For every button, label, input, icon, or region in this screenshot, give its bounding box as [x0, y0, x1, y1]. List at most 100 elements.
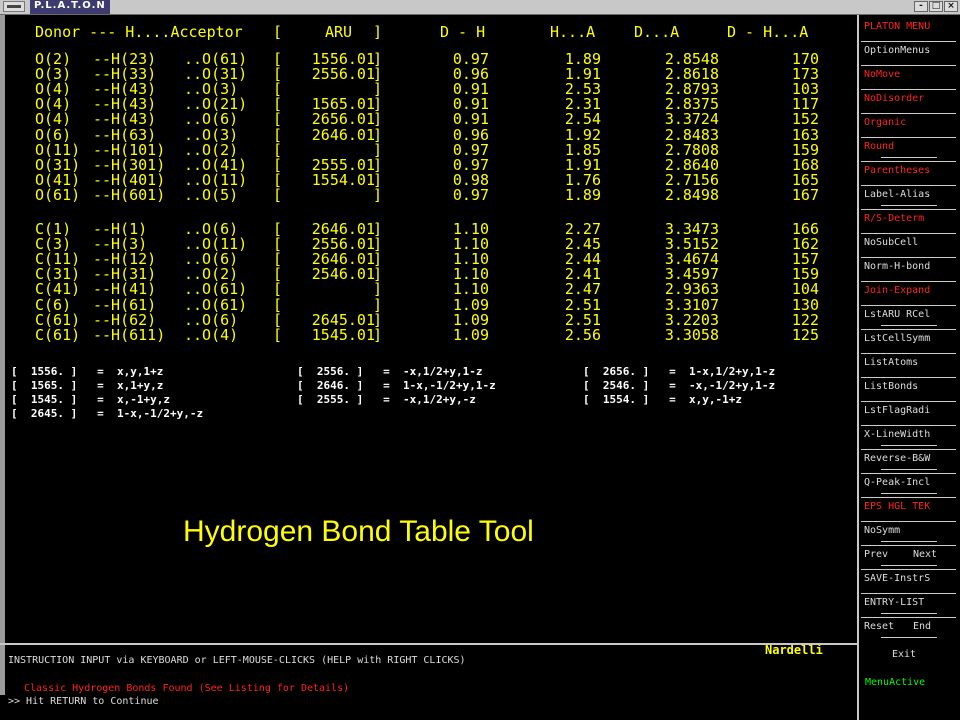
symmetry-operator: -x,1/2+y,-z [402, 393, 476, 406]
menu-item-label: Join-Expand [864, 285, 931, 296]
cell-d: C(41) [35, 280, 81, 299]
menu-item-round[interactable]: Round [861, 137, 956, 159]
menu-item-listatoms[interactable]: ListAtoms [861, 353, 956, 375]
symmetry-operator: x,y,1+z [116, 365, 164, 378]
cell-d: C(61) [35, 325, 81, 344]
equals: ] = [636, 365, 689, 378]
cell-da: 2.8498 [664, 185, 719, 204]
minimize-button[interactable]: - [914, 1, 928, 12]
menu-item-prev[interactable]: Prev Next [861, 545, 956, 567]
status-message: Classic Hydrogen Bonds Found (See Listin… [24, 683, 350, 694]
cell-ang: 152 [791, 110, 819, 129]
menu-item-lstcellsymm[interactable]: LstCellSymm [861, 329, 956, 351]
menu-item-nodisorder[interactable]: NoDisorder [861, 89, 956, 111]
cell-ang: 125 [791, 325, 819, 344]
platon-menu: PLATON MENU OptionMenus NoMove NoDisorder Or… [859, 15, 960, 720]
cell-aru: 2656.01 [311, 110, 375, 129]
menu-item-label: Reverse-B&W [864, 453, 931, 464]
equals: ] = [64, 365, 117, 378]
header-d-a: D...A [634, 23, 680, 41]
menu-item-save-instrs[interactable]: SAVE-InstrS [861, 569, 956, 591]
bracket: [ [273, 325, 283, 344]
cell-ang: 167 [791, 185, 819, 204]
menu-item-label: ListAtoms [864, 357, 919, 368]
cell-ha: 2.47 [564, 280, 601, 299]
header-aru: ARU [325, 23, 353, 41]
window-menu-icon[interactable] [3, 1, 25, 12]
equals: ] = [350, 379, 403, 392]
menu-item-label: Label-Alias [864, 189, 931, 200]
menu-item-join-expand[interactable]: Join-Expand [861, 281, 956, 303]
menu-item-q-peak-incl[interactable]: Q-Peak-Incl [861, 473, 956, 495]
menu-exit[interactable]: Exit [892, 649, 916, 660]
menu-item-listbonds[interactable]: ListBonds [861, 377, 956, 399]
symmetry-code: 2656. [602, 365, 636, 378]
menu-item-label: LstARU RCel [864, 309, 931, 320]
menu-item-nomove[interactable]: NoMove [861, 65, 956, 87]
bracket: ] [373, 110, 383, 129]
cell-ha: 2.56 [564, 325, 601, 344]
cell-a: ..O(5) [184, 185, 239, 204]
window-title: P.L.A.T.O.N [30, 0, 110, 14]
menu-item-x-linewidth[interactable]: X-LineWidth [861, 425, 956, 447]
bracket: [ [583, 365, 603, 378]
cell-da: 3.3058 [664, 325, 719, 344]
bracket: ] [373, 185, 383, 204]
menu-item-optionmenus[interactable]: OptionMenus [861, 41, 956, 63]
menu-item-label: R/S-Determ [864, 213, 925, 224]
bracket: [ [11, 393, 31, 406]
cell-a: ..O(61) [184, 280, 248, 299]
equals: ] = [350, 393, 403, 406]
cell-da: 2.9363 [664, 280, 719, 299]
bracket: [ [583, 393, 603, 406]
menu-item-label-alias[interactable]: Label-Alias [861, 185, 956, 207]
menu-item-norm-h-bond[interactable]: Norm-H-bond [861, 257, 956, 279]
menu-tick-marks [881, 440, 937, 446]
menu-tick-marks [881, 320, 937, 326]
menu-item-reset[interactable]: Reset End [861, 617, 956, 639]
symmetry-code: 1554. [602, 393, 636, 406]
menu-item-nosubcell[interactable]: NoSubCell [861, 233, 956, 255]
menu-tick-marks [881, 608, 937, 614]
cell-aru: 2546.01 [311, 265, 375, 284]
menu-item-label: ListBonds [864, 381, 919, 392]
menu-item-reverse-b-w[interactable]: Reverse-B&W [861, 449, 956, 471]
header-h-a: H...A [550, 23, 596, 41]
equals: ] = [636, 379, 689, 392]
symmetry-operator: x,y,-1+z [688, 393, 742, 406]
menu-item-r-s-determ[interactable]: R/S-Determ [861, 209, 956, 231]
header-donor: Donor --- H....Acceptor [35, 23, 243, 41]
menu-item-lstaru-rcel[interactable]: LstARU RCel [861, 305, 956, 327]
menu-item-nosymm[interactable]: NoSymm [861, 521, 956, 543]
cell-dh: 1.10 [452, 280, 489, 299]
menu-item-lstflagradi[interactable]: LstFlagRadi [861, 401, 956, 423]
symmetry-entry: [ 2556. ] = -x,1/2+y,1-z [297, 365, 482, 379]
menu-item-label: NoDisorder [864, 93, 925, 104]
menu-item-organic[interactable]: Organic [861, 113, 956, 135]
symmetry-operator: x,1+y,z [116, 379, 164, 392]
menu-item-label: LstCellSymm [864, 333, 931, 344]
menu-item-label: EPS HGL TEK [864, 501, 931, 512]
symmetry-code: 2546. [602, 379, 636, 392]
tool-caption: Hydrogen Bond Table Tool [183, 515, 534, 548]
menu-item-label: NoSymm [864, 525, 901, 536]
cell-dh: 1.09 [452, 325, 489, 344]
table-header: Donor --- H....Acceptor [ ARU ] D - H H.… [5, 24, 808, 40]
menu-item-eps-hgl-tek[interactable]: EPS HGL TEK [861, 497, 956, 519]
menu-item-label: Organic [864, 117, 907, 128]
menu-item-parentheses[interactable]: Parentheses [861, 161, 956, 183]
symmetry-code: 1545. [30, 393, 64, 406]
symmetry-operator: -x,1/2+y,1-z [402, 365, 483, 378]
menu-item-label: Round [864, 141, 895, 152]
menu-item-label: Reset [864, 621, 895, 632]
symmetry-entry: [ 2546. ] = -x,-1/2+y,1-z [583, 379, 775, 393]
close-button[interactable]: × [944, 1, 958, 12]
bracket: [ [273, 110, 283, 129]
menu-item-entry-list[interactable]: ENTRY-LIST [861, 593, 956, 615]
console-separator [0, 643, 857, 645]
maximize-button[interactable]: □ [929, 1, 943, 12]
symmetry-code: 1556. [30, 365, 64, 378]
menu-tick-marks [881, 488, 937, 494]
header-bracket-close: ] [373, 23, 383, 41]
command-input[interactable]: >> Hit RETURN to Continue [8, 695, 159, 709]
